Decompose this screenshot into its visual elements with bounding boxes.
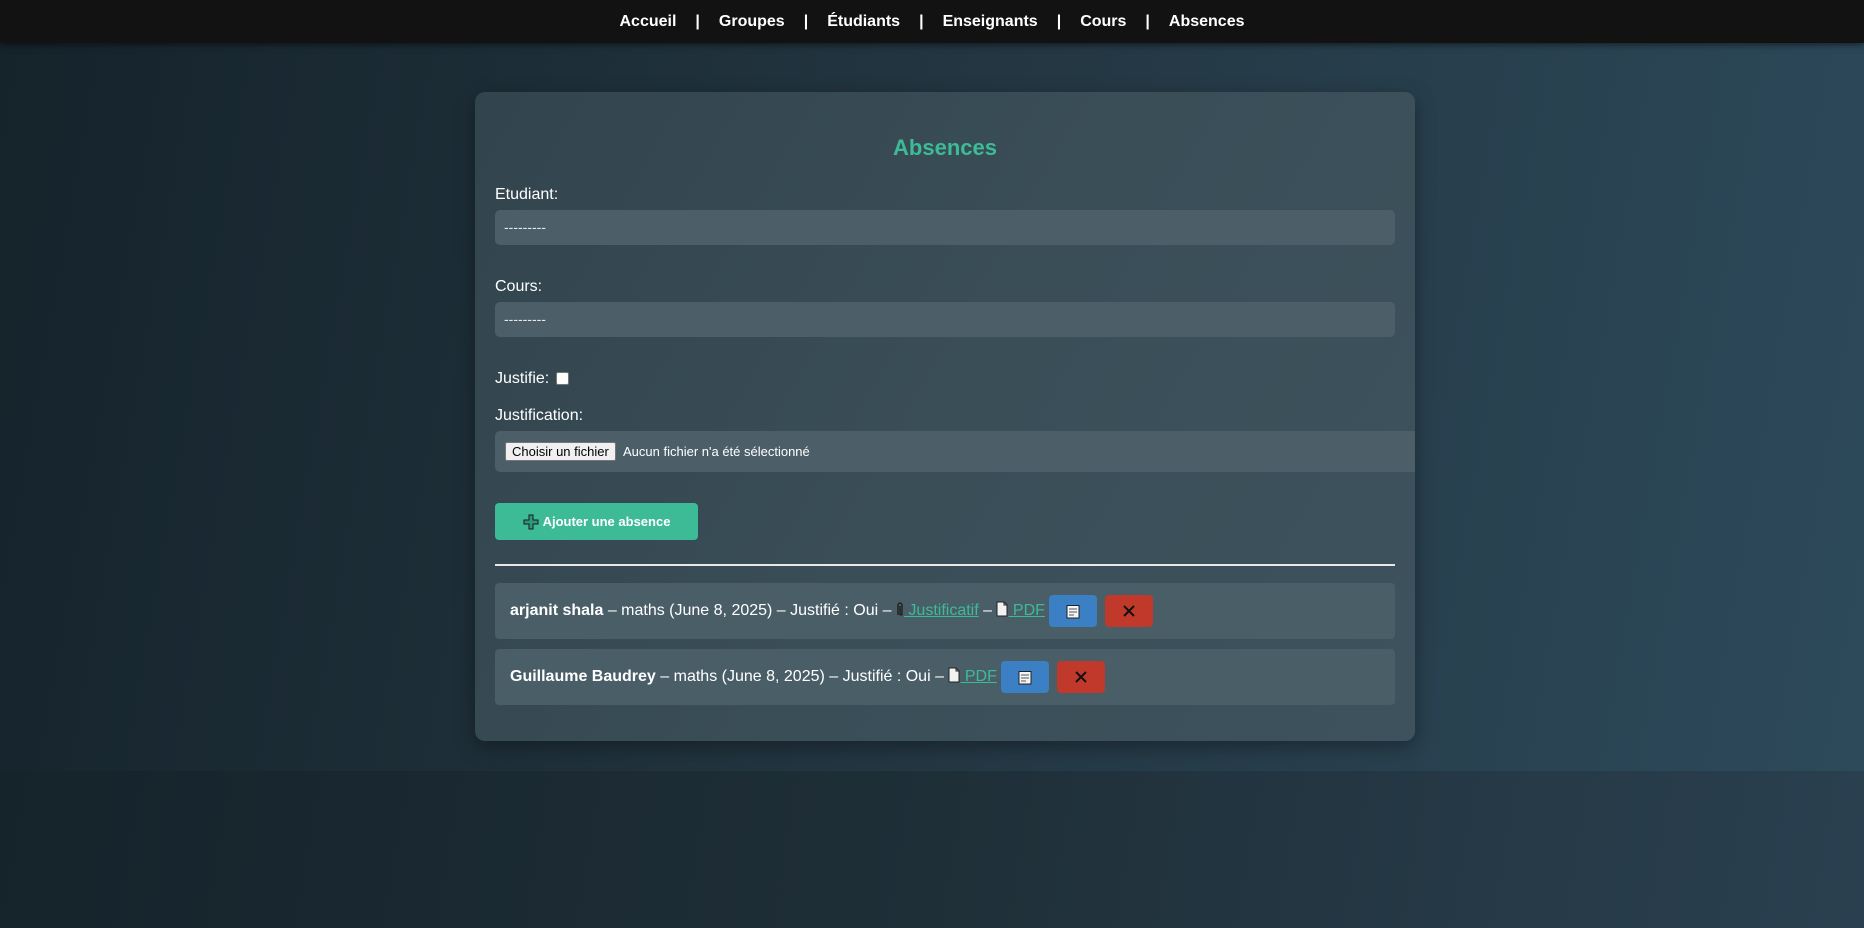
student-name: arjanit shala (510, 602, 604, 619)
add-absence-label: Ajouter une absence (542, 514, 671, 529)
absence-row: arjanit shala – maths (June 8, 2025) – J… (495, 583, 1395, 639)
etudiant-select[interactable]: --------- (495, 210, 1395, 245)
cours-select-value: --------- (504, 311, 546, 327)
page-title: Absences (893, 135, 997, 160)
edit-button[interactable] (1000, 661, 1049, 693)
delete-button[interactable] (1104, 595, 1153, 627)
plus-icon (523, 514, 539, 530)
absence-details: – maths (June 8, 2025) – Justifié : Oui … (603, 602, 896, 619)
nav-link-enseignants[interactable]: Enseignants (943, 13, 1038, 31)
divider (495, 564, 1395, 566)
cours-select[interactable]: --------- (495, 302, 1395, 337)
absences-card: Absences Etudiant: --------- Cours: ----… (475, 92, 1415, 741)
nav-separator: | (919, 12, 924, 30)
justification-file-input: Choisir un fichier Aucun fichier n'a été… (495, 431, 1415, 472)
nav-separator: | (695, 12, 700, 30)
absence-row: Guillaume Baudrey – maths (June 8, 2025)… (495, 649, 1395, 705)
detail-separator: – (978, 602, 997, 619)
memo-icon (1066, 604, 1080, 618)
top-navigation: Accueil | Groupes | Étudiants | Enseigna… (0, 0, 1864, 43)
absence-details: – maths (June 8, 2025) – Justifié : Oui … (655, 668, 949, 685)
nav-separator: | (1056, 12, 1062, 30)
nav-link-accueil[interactable]: Accueil (620, 13, 677, 31)
edit-button[interactable] (1048, 595, 1097, 627)
pdf-link[interactable]: PDF (1008, 602, 1045, 620)
etudiant-label: Etudiant: (495, 186, 559, 203)
justifie-label: Justifie: (495, 370, 550, 387)
document-icon (996, 601, 1008, 622)
memo-icon (1018, 670, 1032, 684)
pdf-link[interactable]: PDF (960, 668, 997, 686)
etudiant-select-value: --------- (504, 219, 546, 235)
nav-link-absences[interactable]: Absences (1169, 13, 1245, 31)
nav-link-etudiants[interactable]: Étudiants (827, 13, 900, 31)
nav-separator: | (1145, 12, 1150, 30)
close-icon (1123, 605, 1135, 617)
student-name: Guillaume Baudrey (510, 668, 656, 685)
justificatif-link[interactable]: Justificatif (904, 602, 978, 620)
justification-label: Justification: (495, 407, 584, 424)
document-icon (948, 667, 960, 688)
nav-separator: | (803, 12, 809, 30)
cours-label: Cours: (495, 278, 543, 295)
nav-link-cours[interactable]: Cours (1080, 13, 1126, 31)
justifie-checkbox[interactable] (556, 372, 569, 385)
close-icon (1075, 671, 1087, 683)
file-status-text: Aucun fichier n'a été sélectionné (623, 444, 810, 459)
delete-button[interactable] (1056, 661, 1105, 693)
paperclip-icon (896, 601, 904, 622)
add-absence-button[interactable]: Ajouter une absence (495, 503, 698, 540)
page-footer-area (0, 771, 1864, 928)
nav-link-groupes[interactable]: Groupes (719, 13, 785, 31)
choose-file-button[interactable]: Choisir un fichier (505, 442, 616, 461)
